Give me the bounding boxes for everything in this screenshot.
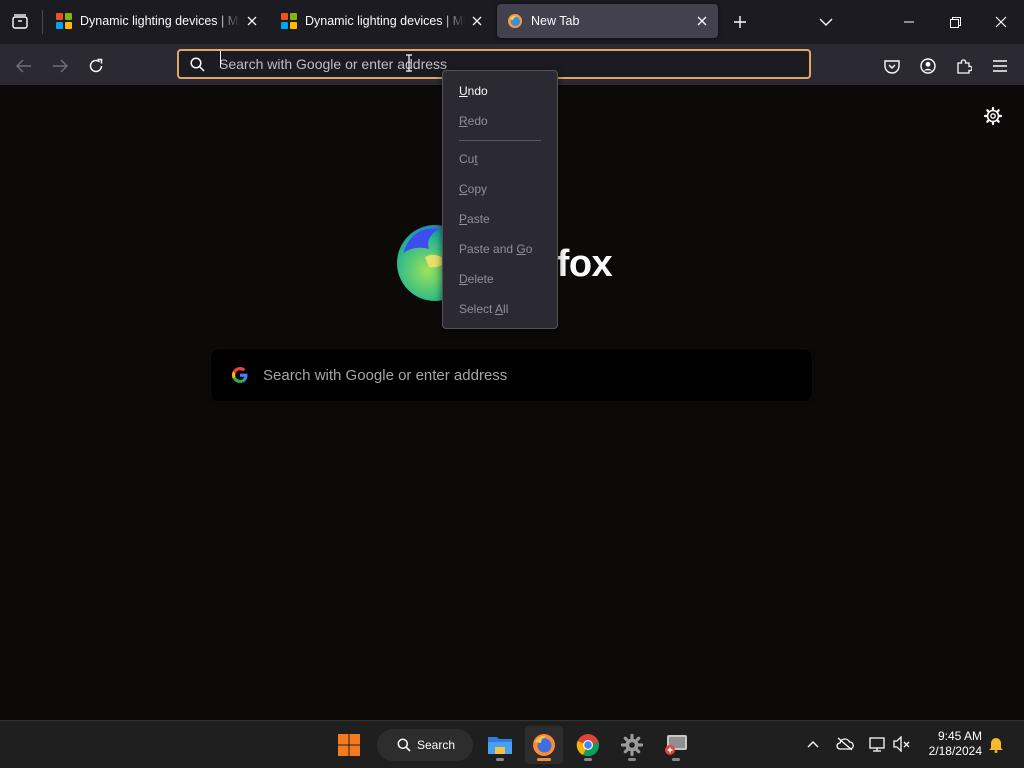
account-button[interactable] xyxy=(914,52,942,80)
onedrive-tray-button[interactable] xyxy=(834,733,856,755)
app-menu-button[interactable] xyxy=(986,52,1014,80)
restore-icon xyxy=(949,16,961,28)
microsoft-logo-icon xyxy=(281,13,297,29)
close-icon xyxy=(697,16,707,26)
plus-icon xyxy=(734,16,746,28)
taskbar-settings[interactable] xyxy=(613,726,651,764)
chevron-down-icon xyxy=(819,18,833,26)
pocket-button[interactable] xyxy=(878,52,906,80)
microsoft-logo-icon xyxy=(56,13,72,29)
back-button[interactable] xyxy=(10,52,38,80)
menu-item-cut[interactable]: Cut xyxy=(443,144,557,174)
close-tab-button[interactable] xyxy=(465,9,489,33)
file-explorer-icon xyxy=(488,737,512,754)
list-all-tabs-button[interactable] xyxy=(814,10,838,34)
menu-item-copy[interactable]: Copy xyxy=(443,174,557,204)
text-cursor xyxy=(220,51,221,67)
menu-item-paste[interactable]: Paste xyxy=(443,204,557,234)
tab-strip: Dynamic lighting devices | Microsoft Sup… xyxy=(0,0,1024,44)
puzzle-piece-icon xyxy=(957,59,972,74)
newtab-search-box[interactable]: Search with Google or enter address xyxy=(211,349,812,401)
pocket-icon xyxy=(884,59,900,74)
newtab-search-placeholder: Search with Google or enter address xyxy=(263,366,508,384)
taskbar-file-explorer[interactable] xyxy=(481,726,519,764)
firefox-icon xyxy=(508,14,522,28)
windows-logo-icon xyxy=(338,734,360,756)
chevron-up-icon xyxy=(807,741,819,748)
start-button[interactable] xyxy=(330,726,368,764)
search-icon xyxy=(190,56,205,72)
context-menu: Undo Redo Cut Copy Paste Paste and Go De… xyxy=(442,70,558,329)
reload-button[interactable] xyxy=(82,52,110,80)
minimize-icon xyxy=(904,21,914,23)
extensions-button[interactable] xyxy=(950,52,978,80)
account-icon xyxy=(920,58,936,74)
settings-gear-icon xyxy=(620,733,644,757)
network-tray-button[interactable] xyxy=(866,733,888,755)
taskbar-firefox[interactable] xyxy=(525,726,563,764)
menu-item-delete[interactable]: Delete xyxy=(443,264,557,294)
notifications-button[interactable] xyxy=(985,733,1007,755)
tab-title: New Tab xyxy=(531,14,580,28)
network-icon xyxy=(869,737,885,752)
windows-taskbar: Search 9:45 AM 2/18/2024 xyxy=(0,720,1024,768)
menu-item-select-all[interactable]: Select All xyxy=(443,294,557,324)
tab-title: Dynamic lighting devices | Microsoft Sup… xyxy=(305,14,465,28)
running-indicator xyxy=(584,758,592,761)
volume-muted-icon xyxy=(893,736,910,752)
close-window-button[interactable] xyxy=(978,0,1024,44)
menu-item-undo[interactable]: Undo xyxy=(443,76,557,106)
show-hidden-icons-button[interactable] xyxy=(802,733,824,755)
close-icon xyxy=(472,16,482,26)
clock-time: 9:45 AM xyxy=(937,729,982,743)
active-indicator xyxy=(537,758,551,761)
menu-separator xyxy=(459,140,541,141)
hamburger-menu-icon xyxy=(993,60,1007,72)
arrow-right-icon xyxy=(53,59,68,73)
forward-button[interactable] xyxy=(46,52,74,80)
taskbar-search-label: Search xyxy=(417,738,456,752)
menu-item-redo[interactable]: Redo xyxy=(443,106,557,136)
i-beam-cursor-icon xyxy=(406,54,412,72)
bell-icon xyxy=(989,737,1003,753)
minimize-button[interactable] xyxy=(886,0,932,44)
running-indicator xyxy=(672,758,680,761)
cloud-offline-icon xyxy=(836,737,854,751)
arrow-left-icon xyxy=(16,59,31,73)
restore-button[interactable] xyxy=(932,0,978,44)
running-indicator xyxy=(496,758,504,761)
firefox-view-icon xyxy=(12,14,28,29)
tab-title: Dynamic lighting devices | Microsoft Sup… xyxy=(80,14,240,28)
reload-icon xyxy=(89,58,103,73)
search-icon xyxy=(397,738,411,752)
taskbar-clock[interactable]: 9:45 AM 2/18/2024 xyxy=(918,729,982,759)
taskbar-search-button[interactable]: Search xyxy=(377,729,473,761)
close-tab-button[interactable] xyxy=(240,9,264,33)
snipping-tool-icon xyxy=(665,735,687,755)
menu-item-paste-and-go[interactable]: Paste and Go xyxy=(443,234,557,264)
tab-new-tab[interactable]: New Tab xyxy=(497,4,718,38)
clock-date: 2/18/2024 xyxy=(928,744,982,758)
new-tab-button[interactable] xyxy=(728,10,752,34)
tab-dynamic-lighting-2[interactable]: Dynamic lighting devices | Microsoft Sup… xyxy=(271,4,493,38)
google-icon xyxy=(232,367,248,383)
running-indicator xyxy=(628,758,636,761)
personalize-new-tab-button[interactable] xyxy=(982,105,1004,127)
tab-dynamic-lighting-1[interactable]: Dynamic lighting devices | Microsoft Sup… xyxy=(46,4,268,38)
close-icon xyxy=(995,16,1007,28)
volume-tray-button[interactable] xyxy=(891,733,913,755)
close-icon xyxy=(247,16,257,26)
taskbar-chrome[interactable] xyxy=(569,726,607,764)
firefox-view-button[interactable] xyxy=(8,10,32,34)
chrome-icon xyxy=(576,734,599,757)
taskbar-snipping-tool[interactable] xyxy=(657,726,695,764)
close-tab-button[interactable] xyxy=(690,9,714,33)
gear-icon xyxy=(983,106,1003,126)
firefox-icon xyxy=(533,734,555,756)
